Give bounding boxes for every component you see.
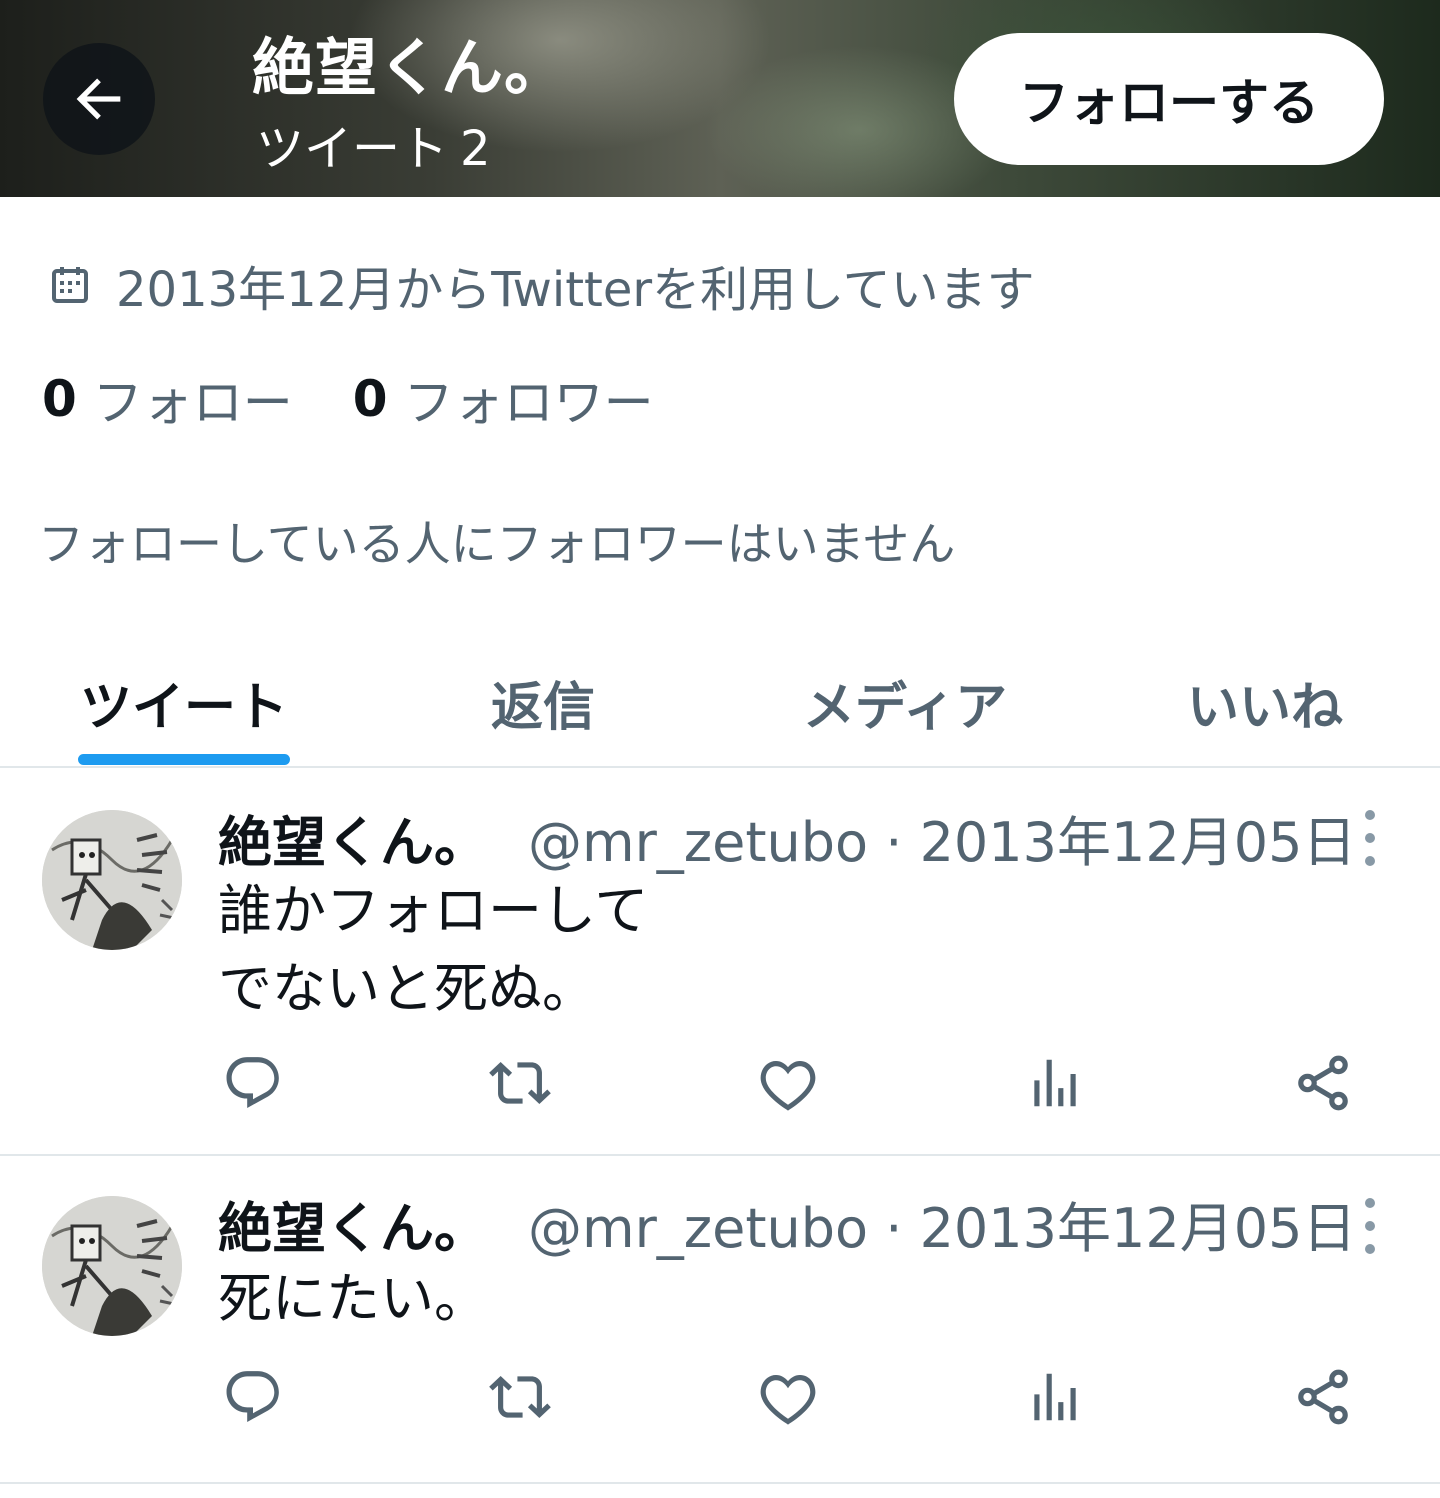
profile-tabs: ツイート 返信 メディア いいね [0, 640, 1440, 768]
reply-button[interactable] [218, 1362, 288, 1432]
share-icon [1298, 1055, 1348, 1111]
tab-tweets[interactable]: ツイート [78, 652, 290, 752]
heart-icon [760, 1375, 816, 1425]
tweet-handle-date[interactable]: @mr_zetubo · 2013年12月05日 [528, 1184, 1356, 1263]
joined-date: 2013年12月からTwitterを利用しています [46, 250, 1035, 320]
tweet-text-line: 誰かフォローして [218, 879, 649, 942]
more-vertical-icon[interactable] [1350, 1198, 1390, 1254]
tweet-text-line: でないと死ぬ。 [218, 957, 596, 1020]
following-link[interactable]: 0 フォロー [42, 363, 293, 435]
tweet-text-line: 死にたい。 [218, 1267, 488, 1330]
tab-replies[interactable]: 返信 [470, 652, 616, 752]
analytics-icon [1034, 1373, 1076, 1421]
share-icon [1298, 1369, 1348, 1425]
tweet-text: 死にたい。 [218, 1260, 488, 1338]
followers-count: 0 [352, 370, 388, 428]
arrow-left-icon [76, 78, 121, 120]
calendar-icon [52, 267, 88, 303]
heart-icon [760, 1061, 816, 1111]
retweet-button[interactable] [485, 1048, 555, 1118]
avatar[interactable] [42, 1196, 182, 1336]
avatar[interactable] [42, 810, 182, 950]
more-vertical-icon[interactable] [1350, 810, 1390, 866]
followers-link[interactable]: 0 フォロワー [353, 363, 654, 435]
reply-button[interactable] [218, 1048, 288, 1118]
followers-label: フォロワー [403, 374, 654, 432]
share-button[interactable] [1288, 1362, 1358, 1432]
tab-likes[interactable]: いいね [1170, 652, 1360, 752]
like-button[interactable] [753, 1048, 823, 1118]
analytics-icon [1034, 1059, 1076, 1107]
following-count: 0 [42, 370, 77, 428]
tweet-author-name[interactable]: 絶望くん。 [218, 798, 488, 877]
tweet-actions [0, 1362, 1440, 1432]
tweet-handle-date[interactable]: @mr_zetubo · 2013年12月05日 [528, 798, 1356, 877]
tweet-item[interactable]: 絶望くん。 @mr_zetubo · 2013年12月05日 誰かフォローして … [0, 770, 1440, 1156]
active-tab-indicator [78, 754, 290, 765]
tweet-header: 絶望くん。 @mr_zetubo · 2013年12月05日 [218, 1188, 1356, 1260]
tweet-item[interactable]: 絶望くん。 @mr_zetubo · 2013年12月05日 死にたい。 [0, 1156, 1440, 1484]
profile-name-title: 絶望くん。 [252, 31, 568, 104]
tweet-count-value: 2 [460, 121, 491, 177]
retweet-icon [489, 1376, 551, 1418]
tab-media[interactable]: メディア [790, 652, 1020, 752]
tweet-header: 絶望くん。 @mr_zetubo · 2013年12月05日 [218, 802, 1356, 874]
tweet-text: 誰かフォローして でないと死ぬ。 [218, 872, 648, 1028]
back-button[interactable] [43, 43, 155, 155]
share-button[interactable] [1288, 1048, 1358, 1118]
reply-icon [226, 1057, 279, 1108]
avatar-image [42, 1196, 182, 1336]
following-label: フォロー [92, 374, 293, 432]
follow-counts: 0 フォロー 0 フォロワー [42, 362, 714, 436]
joined-text: 2013年12月からTwitterを利用しています [116, 262, 1035, 318]
tweet-actions [0, 1048, 1440, 1118]
tweet-author-name[interactable]: 絶望くん。 [218, 1184, 488, 1263]
follow-button[interactable]: フォローする [954, 33, 1384, 165]
retweet-button[interactable] [485, 1362, 555, 1432]
tweet-count-label: ツイート [256, 121, 449, 177]
tweet-count: ツイート 2 [256, 118, 503, 180]
mutual-followers-note: フォローしている人にフォロワーはいません [38, 517, 956, 571]
retweet-icon [489, 1062, 551, 1104]
views-button[interactable] [1020, 1048, 1090, 1118]
views-button[interactable] [1020, 1362, 1090, 1432]
avatar-image [42, 810, 182, 950]
like-button[interactable] [753, 1362, 823, 1432]
profile-header: 絶望くん。 ツイート 2 フォローする [0, 0, 1440, 197]
reply-icon [226, 1371, 279, 1422]
